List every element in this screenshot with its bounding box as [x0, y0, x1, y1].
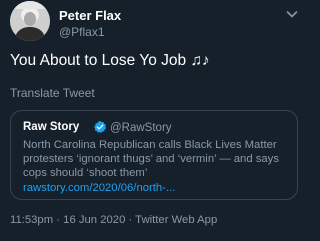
- translate-tweet-link[interactable]: Translate Tweet: [10, 86, 95, 100]
- avatar[interactable]: [10, 1, 50, 41]
- quoted-tweet-text: North Carolina Republican calls Black Li…: [23, 138, 295, 195]
- avatar-image: [10, 1, 50, 41]
- chevron-down-icon[interactable]: [284, 6, 300, 22]
- verified-badge-icon: [94, 120, 107, 133]
- author-display-name[interactable]: Peter Flax: [59, 8, 121, 23]
- quoted-author-name: Raw Story: [23, 121, 80, 133]
- quoted-tweet-link[interactable]: rawstory.com/2020/06/north-...: [23, 182, 175, 194]
- tweet-timestamp[interactable]: 11:53pm · 16 Jun 2020 · Twitter Web App: [10, 214, 217, 226]
- quoted-tweet-card[interactable]: Raw Story @RawStory North Carolina Repub…: [10, 110, 298, 200]
- tweet: Peter Flax @Pflax1 You About to Lose Yo …: [0, 0, 308, 241]
- author-handle[interactable]: @Pflax1: [59, 25, 105, 39]
- quoted-tweet-body: North Carolina Republican calls Black Li…: [23, 139, 279, 180]
- tweet-text: You About to Lose Yo Job ♫♪: [10, 52, 210, 69]
- quoted-author-handle: @RawStory: [110, 122, 172, 134]
